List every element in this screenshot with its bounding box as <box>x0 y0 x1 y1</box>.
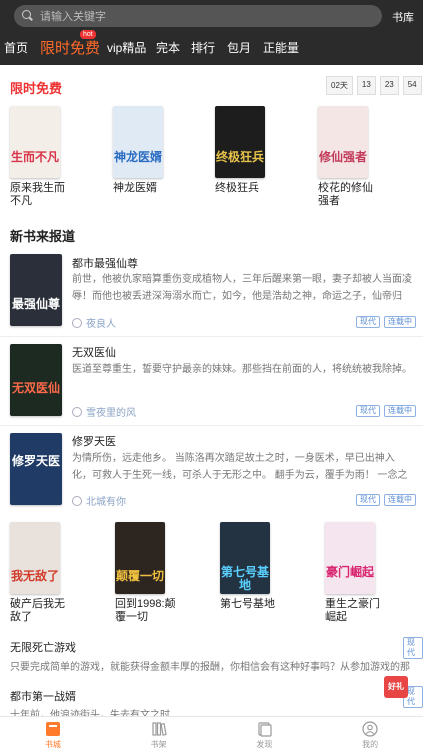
book-cover[interactable]: 终极狂兵 <box>215 106 265 178</box>
list-item-description: 只要完成简单的游戏，就能获得金额丰厚的报酬，你相信会有这种好事吗？从参加游戏的那… <box>10 662 410 673</box>
countdown-seconds: 54 <box>402 76 422 95</box>
cover-title: 最强仙尊 <box>11 297 60 311</box>
book-cover[interactable]: 豪门崛起 <box>325 522 375 594</box>
book-cover[interactable]: 颠覆一切 <box>115 522 165 594</box>
top-nav: 首页 限时免费 hot vip精品 完本 排行 包月 正能量 <box>0 30 423 65</box>
book-name[interactable]: 破产后我无敌了 <box>10 598 70 624</box>
cover-title: 修仙强者 <box>318 150 367 164</box>
status-tag: 连载中 <box>384 405 416 417</box>
book-author: 夜良人 <box>72 315 116 330</box>
book-description: 医道至尊重生，誓要守护最亲的妹妹。那些挡在前面的人，将统统被我除掉。 <box>72 364 412 375</box>
book-cover[interactable]: 生而不凡 <box>10 106 60 178</box>
countdown-days: 02天 <box>326 76 353 95</box>
genre-tag: 现代 <box>356 405 380 417</box>
cover-title: 修罗天医 <box>11 454 60 468</box>
author-name: 雪夜里的风 <box>86 408 136 419</box>
book-author: 北城有你 <box>72 493 126 508</box>
list-item-title[interactable]: 无限死亡游戏 <box>10 639 76 655</box>
gift-icon[interactable]: 好礼 <box>384 676 408 698</box>
book-name[interactable]: 回到1998:颠覆一切 <box>115 598 185 624</box>
author-icon <box>72 406 82 417</box>
cover-title: 神龙医婿 <box>113 150 162 164</box>
user-icon <box>362 721 378 737</box>
book-cover[interactable]: 修仙强者 <box>318 106 368 178</box>
tab-finished[interactable]: 完本 <box>156 39 180 56</box>
book-name[interactable]: 第七号基地 <box>220 598 290 611</box>
cover-title: 终极狂兵 <box>215 150 264 164</box>
divider <box>0 425 423 426</box>
author-name: 夜良人 <box>86 319 116 330</box>
divider <box>0 336 423 337</box>
tab-limited-free[interactable]: 限时免费 <box>40 37 100 58</box>
book-name[interactable]: 重生之豪门崛起 <box>325 598 385 624</box>
tab-label: 发现 <box>256 740 273 749</box>
book-description: 为情所伤，远走他乡。 当陈洛再次踏足故土之时，一身医术，早已出神入化，可救人于生… <box>72 453 408 481</box>
book-name[interactable]: 校花的修仙强者 <box>318 182 378 208</box>
new-books-title: 新书来报道 <box>10 229 76 244</box>
cover-title: 豪门崛起 <box>325 565 374 579</box>
tab-discover[interactable]: 发现 <box>212 717 318 752</box>
countdown-minutes: 23 <box>379 76 399 95</box>
book-title[interactable]: 修罗天医 <box>72 433 116 449</box>
discover-icon <box>256 721 272 737</box>
author-icon <box>72 495 82 506</box>
status-tag: 连载中 <box>384 316 416 328</box>
bottom-tab-bar: 书城 书架 发现 我的 <box>0 716 423 752</box>
search-icon <box>22 10 34 22</box>
library-link[interactable]: 书库 <box>392 9 414 25</box>
book-description: 前世，他被仇家暗算重伤变成植物人，三年后醒来第一眼，妻子却被人当面凌辱！而他也被… <box>72 274 412 302</box>
countdown-hours: 13 <box>356 76 376 95</box>
book-cover[interactable]: 神龙医婿 <box>113 106 163 178</box>
cover-title: 无双医仙 <box>11 381 60 395</box>
cover-title: 第七号基地 <box>220 565 269 592</box>
book-cover[interactable]: 我无敌了 <box>10 522 60 594</box>
book-cover[interactable]: 第七号基地 <box>220 522 270 594</box>
search-placeholder: 请输入关键字 <box>40 11 106 23</box>
book-name[interactable]: 神龙医婿 <box>113 182 173 195</box>
tab-bookshelf[interactable]: 书架 <box>106 717 212 752</box>
book-cover[interactable]: 最强仙尊 <box>10 254 62 326</box>
genre-tag: 现代 <box>356 494 380 506</box>
book-cover[interactable]: 修罗天医 <box>10 433 62 505</box>
genre-tag: 现代 <box>403 637 423 659</box>
cover-title: 我无敌了 <box>10 569 59 583</box>
book-name[interactable]: 终极狂兵 <box>215 182 275 195</box>
tab-mine[interactable]: 我的 <box>317 717 423 752</box>
tab-ranking[interactable]: 排行 <box>191 39 215 56</box>
search-input[interactable]: 请输入关键字 <box>14 5 382 27</box>
countdown-timer: 02天 13 23 54 <box>326 76 422 95</box>
tab-vip[interactable]: vip精品 <box>107 39 146 56</box>
hot-badge: hot <box>80 30 96 39</box>
author-name: 北城有你 <box>86 497 126 508</box>
tab-home[interactable]: 首页 <box>4 39 28 56</box>
free-section-title: 限时免费 <box>10 81 63 96</box>
book-cover[interactable]: 无双医仙 <box>10 344 62 416</box>
book-name[interactable]: 原来我生而不凡 <box>10 182 70 208</box>
author-icon <box>72 317 82 328</box>
top-bar: 请输入关键字 书库 首页 限时免费 hot vip精品 完本 排行 包月 正能量 <box>0 0 423 65</box>
tab-monthly[interactable]: 包月 <box>227 39 251 56</box>
book-title[interactable]: 都市最强仙尊 <box>72 255 138 271</box>
list-item-title[interactable]: 都市第一战婿 <box>10 688 76 704</box>
tab-label: 书架 <box>150 740 167 749</box>
genre-tag: 现代 <box>356 316 380 328</box>
tab-label: 我的 <box>362 740 379 749</box>
bookstore-icon <box>45 721 61 737</box>
status-tag: 连载中 <box>384 494 416 506</box>
book-author: 雪夜里的风 <box>72 404 136 419</box>
bookshelf-icon <box>151 721 167 737</box>
tab-label: 书城 <box>44 740 61 749</box>
cover-title: 颠覆一切 <box>115 569 164 583</box>
tab-positive[interactable]: 正能量 <box>263 39 299 56</box>
book-title[interactable]: 无双医仙 <box>72 344 116 360</box>
cover-title: 生而不凡 <box>10 150 59 164</box>
tab-bookstore[interactable]: 书城 <box>0 717 106 752</box>
